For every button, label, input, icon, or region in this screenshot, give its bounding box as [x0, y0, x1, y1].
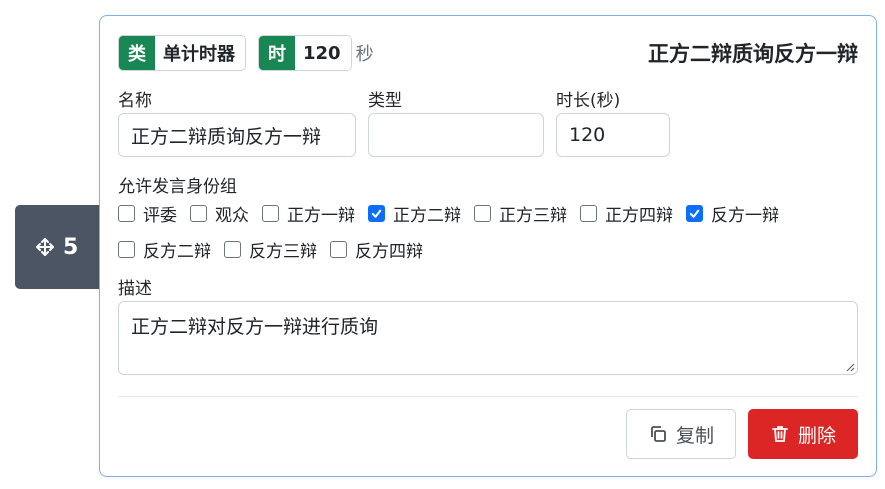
checkbox-checked[interactable]: [368, 205, 385, 222]
checkbox-unchecked[interactable]: [190, 205, 207, 222]
time-chip: 时 120: [258, 35, 352, 71]
role-label: 反方四辩: [355, 242, 423, 262]
roles-label: 允许发言身份组: [118, 177, 237, 197]
time-unit: 秒: [355, 44, 374, 65]
role-label: 正方四辩: [605, 206, 673, 226]
checkbox-unchecked[interactable]: [118, 205, 135, 222]
time-value: 120: [295, 36, 351, 70]
move-arrows-icon: [36, 238, 54, 256]
checkbox-unchecked[interactable]: [262, 205, 279, 222]
type-value: 单计时器: [155, 36, 245, 70]
checkbox-unchecked[interactable]: [118, 241, 135, 258]
card-title: 正方二辩质询反方一辩: [648, 42, 858, 66]
name-input[interactable]: 正方二辩质询反方一辩: [118, 113, 356, 157]
timer-card: 类 单计时器 时 120 秒 正方二辩质询反方一辩 名称 类型 时长(秒) 正方…: [99, 15, 877, 477]
role-label: 反方一辩: [711, 206, 779, 226]
role-checkbox-item[interactable]: 反方二辩: [118, 237, 211, 262]
time-tag: 时: [259, 36, 295, 70]
card-header: 类 单计时器 时 120 秒 正方二辩质询反方一辩: [118, 35, 858, 71]
description-textarea[interactable]: 正方二辩对反方一辩进行质询: [118, 301, 858, 375]
type-input[interactable]: [368, 113, 544, 157]
resize-grip-icon[interactable]: [845, 362, 855, 372]
role-label: 反方三辩: [249, 242, 317, 262]
description-text: 正方二辩对反方一辩进行质询: [131, 316, 379, 338]
delete-label: 删除: [797, 425, 836, 447]
roles-row-1: 评委 观众 正方一辩 正方二辩 正方三辩 正方四辩 反方一辩: [118, 201, 792, 226]
role-label: 正方三辩: [499, 206, 567, 226]
role-checkbox-item[interactable]: 正方一辩: [262, 201, 355, 226]
role-label: 正方一辩: [287, 206, 355, 226]
role-label: 观众: [215, 206, 249, 226]
trash-icon: [772, 426, 788, 442]
footer-divider: [118, 396, 858, 397]
role-label: 评委: [143, 206, 177, 226]
delete-button[interactable]: 删除: [748, 409, 858, 459]
type-tag: 类: [119, 36, 155, 70]
role-checkbox-item[interactable]: 反方四辩: [330, 237, 423, 262]
role-label: 反方二辩: [143, 242, 211, 262]
checkbox-checked[interactable]: [686, 205, 703, 222]
description-label: 描述: [118, 279, 152, 299]
type-chip: 类 单计时器: [118, 35, 246, 71]
role-checkbox-item[interactable]: 评委: [118, 201, 177, 226]
roles-row-2: 反方二辩 反方三辩 反方四辩: [118, 237, 436, 262]
role-checkbox-item[interactable]: 反方一辩: [686, 201, 779, 226]
copy-label: 复制: [675, 425, 714, 447]
drag-handle[interactable]: 5: [15, 205, 101, 289]
duration-label: 时长(秒): [556, 91, 621, 111]
checkbox-unchecked[interactable]: [330, 241, 347, 258]
role-checkbox-item[interactable]: 观众: [190, 201, 249, 226]
type-label: 类型: [368, 91, 402, 111]
item-number: 5: [63, 234, 79, 260]
checkbox-unchecked[interactable]: [580, 205, 597, 222]
role-checkbox-item[interactable]: 反方三辩: [224, 237, 317, 262]
checkbox-unchecked[interactable]: [474, 205, 491, 222]
role-label: 正方二辩: [393, 206, 461, 226]
role-checkbox-item[interactable]: 正方四辩: [580, 201, 673, 226]
name-label: 名称: [118, 91, 152, 111]
copy-icon: [651, 426, 666, 442]
checkbox-unchecked[interactable]: [224, 241, 241, 258]
copy-button[interactable]: 复制: [626, 409, 736, 459]
role-checkbox-item[interactable]: 正方二辩: [368, 201, 461, 226]
duration-input[interactable]: 120: [556, 113, 670, 157]
role-checkbox-item[interactable]: 正方三辩: [474, 201, 567, 226]
